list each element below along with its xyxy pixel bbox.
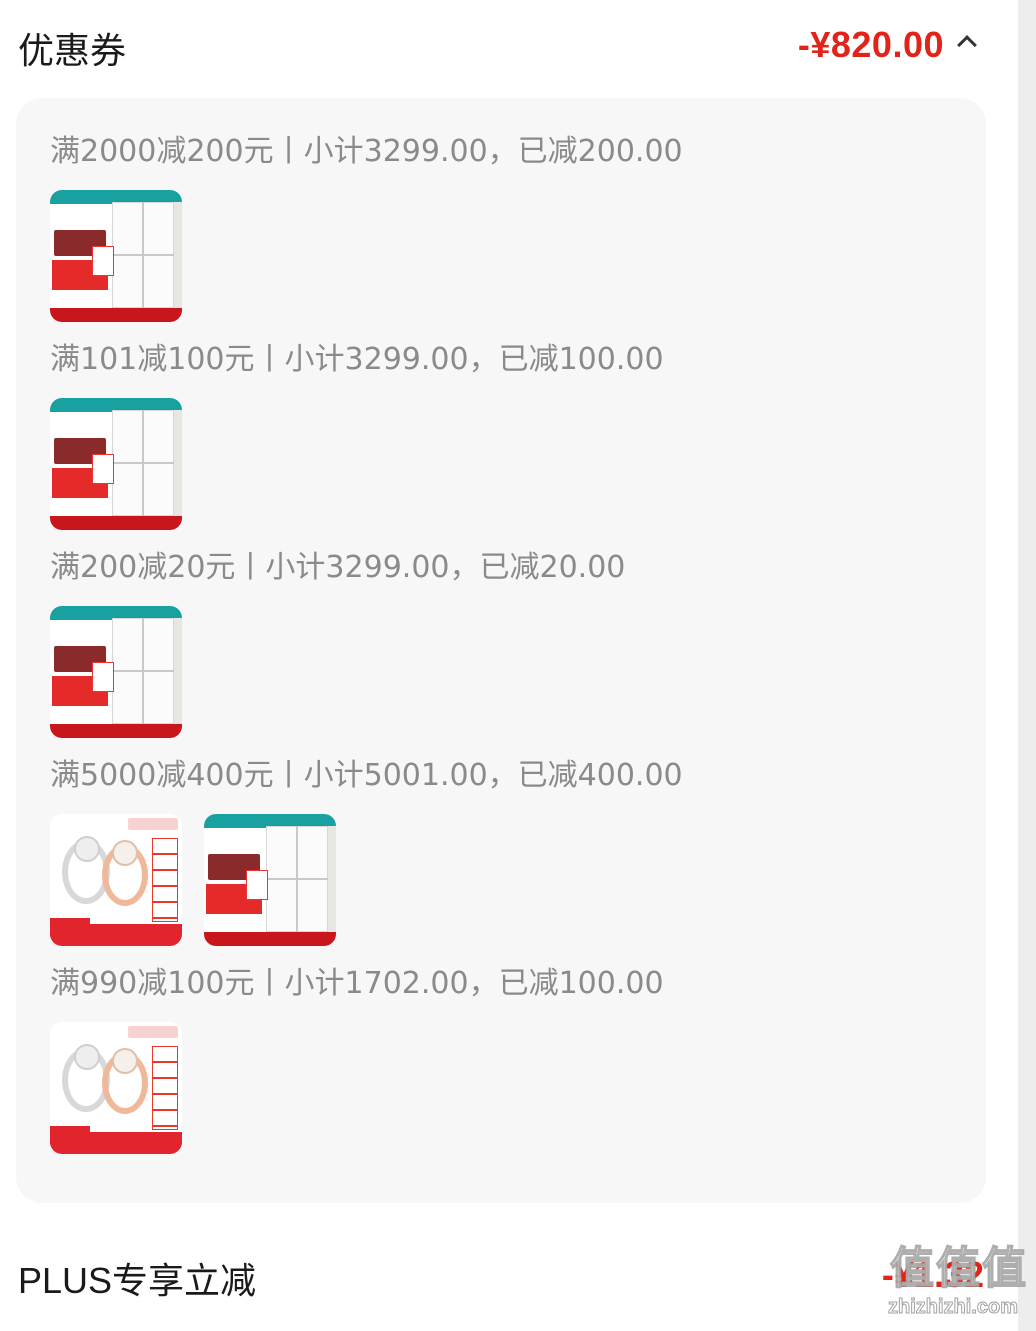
scrollbar-track[interactable] <box>1018 0 1036 1331</box>
product-thumbnail-ring[interactable] <box>50 1022 182 1154</box>
plus-discount-title: PLUS专享立减 <box>18 1260 257 1301</box>
coupon-total-discount: -¥820.00 <box>797 24 944 65</box>
product-thumbnail-fridge[interactable] <box>50 190 182 322</box>
product-thumbnail-fridge[interactable] <box>50 398 182 530</box>
coupon-group: 满101减100元丨小计3299.00，已减100.00 <box>50 340 664 530</box>
coupon-group-label: 满990减100元丨小计1702.00，已减100.00 <box>50 966 664 1001</box>
coupon-group: 满5000减400元丨小计5001.00，已减400.00 <box>50 756 683 946</box>
site-watermark: 值值值 zhizhizhi.com <box>888 1232 1030 1324</box>
coupon-section-title: 优惠券 <box>18 31 127 72</box>
coupon-header[interactable]: 优惠券 -¥820.00 <box>0 0 1018 92</box>
watermark-url: zhizhizhi.com <box>888 1296 1019 1319</box>
coupon-group: 满200减20元丨小计3299.00，已减20.00 <box>50 548 625 738</box>
coupon-group-label: 满2000减200元丨小计3299.00，已减200.00 <box>50 134 683 169</box>
chevron-up-icon[interactable] <box>957 35 977 55</box>
coupon-group-label: 满5000减400元丨小计5001.00，已减400.00 <box>50 758 683 793</box>
coupon-details-panel: 满2000减200元丨小计3299.00，已减200.00 满101减100元丨… <box>16 98 986 1203</box>
coupon-group: 满2000减200元丨小计3299.00，已减200.00 <box>50 132 683 322</box>
coupon-group: 满990减100元丨小计1702.00，已减100.00 <box>50 964 664 1154</box>
coupon-group-label: 满101减100元丨小计3299.00，已减100.00 <box>50 342 664 377</box>
coupon-group-label: 满200减20元丨小计3299.00，已减20.00 <box>50 550 626 585</box>
plus-discount-row[interactable]: PLUS专享立减 -¥1.32 <box>0 1240 1018 1310</box>
product-thumbnail-fridge[interactable] <box>50 606 182 738</box>
watermark-logo: 值值值 <box>889 1242 1028 1295</box>
product-thumbnail-fridge[interactable] <box>204 814 336 946</box>
product-thumbnail-ring[interactable] <box>50 814 182 946</box>
